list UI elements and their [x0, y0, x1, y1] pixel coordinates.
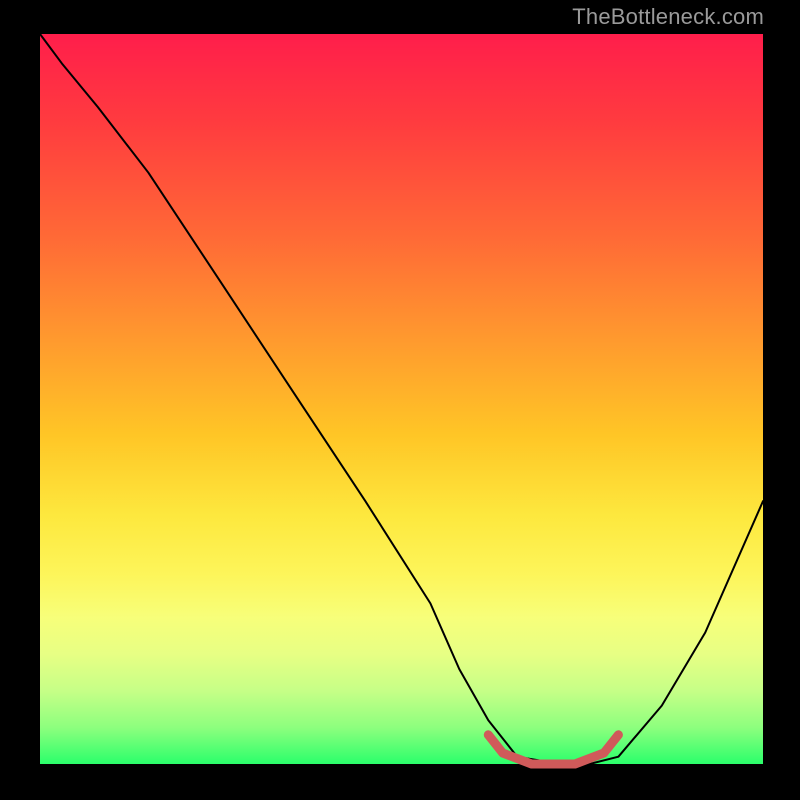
chart-overlay	[0, 0, 800, 800]
valley-highlight	[488, 735, 618, 764]
chart-series-curve	[40, 34, 763, 764]
chart-frame: TheBottleneck.com	[0, 0, 800, 800]
